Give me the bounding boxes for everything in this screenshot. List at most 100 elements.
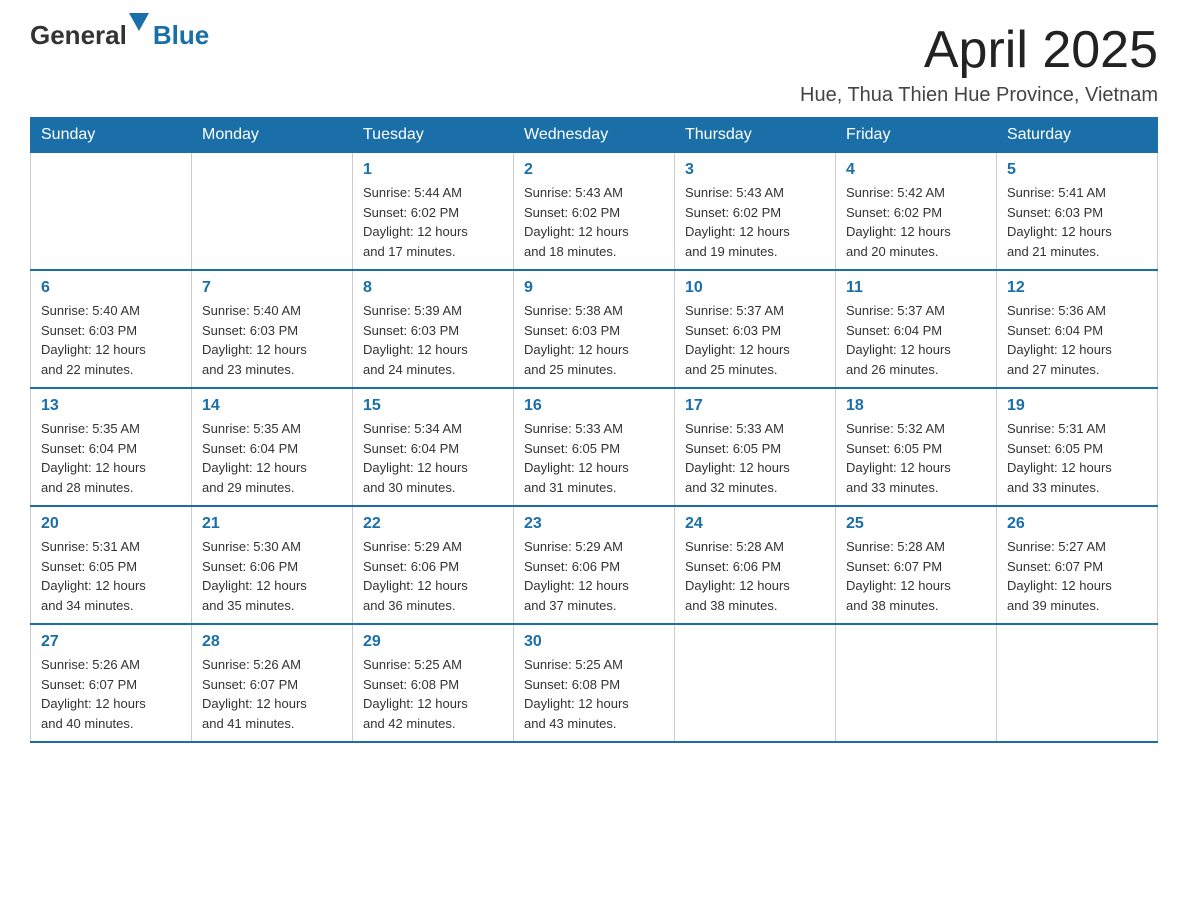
calendar-cell: 30 Sunrise: 5:25 AM Sunset: 6:08 PM Dayli… [514, 624, 675, 742]
day-number: 23 [524, 515, 664, 533]
day-info: Sunrise: 5:38 AM Sunset: 6:03 PM Dayligh… [524, 301, 664, 379]
calendar-cell: 13Sunrise: 5:35 AM Sunset: 6:04 PM Dayli… [31, 388, 192, 506]
calendar-subtitle: Hue, Thua Thien Hue Province, Vietnam [800, 84, 1158, 107]
day-number: 26 [1007, 515, 1147, 533]
day-number: 11 [846, 279, 986, 297]
calendar-cell: 5Sunrise: 5:41 AM Sunset: 6:03 PM Daylig… [997, 153, 1158, 271]
calendar-cell: 9 Sunrise: 5:38 AM Sunset: 6:03 PM Daylig… [514, 270, 675, 388]
day-info: Sunrise: 5:31 AM Sunset: 6:05 PM Dayligh… [41, 537, 181, 615]
day-info: Sunrise: 5:35 AM Sunset: 6:04 PM Dayligh… [202, 419, 342, 497]
day-number: 30 [524, 633, 664, 651]
calendar-cell: 17 Sunrise: 5:33 AM Sunset: 6:05 PM Dayli… [675, 388, 836, 506]
day-number: 25 [846, 515, 986, 533]
day-info: Sunrise: 5:40 AM Sunset: 6:03 PM Dayligh… [202, 301, 342, 379]
calendar-cell: 22 Sunrise: 5:29 AM Sunset: 6:06 PM Dayli… [353, 506, 514, 624]
weekday-header-tuesday: Tuesday [353, 118, 514, 153]
day-info: Sunrise: 5:33 AM Sunset: 6:05 PM Dayligh… [524, 419, 664, 497]
day-info: Sunrise: 5:33 AM Sunset: 6:05 PM Dayligh… [685, 419, 825, 497]
day-info: Sunrise: 5:40 AM Sunset: 6:03 PM Dayligh… [41, 301, 181, 379]
logo: General Blue [30, 20, 209, 51]
weekday-header-sunday: Sunday [31, 118, 192, 153]
day-number: 13 [41, 397, 181, 415]
logo-general: General [30, 20, 149, 51]
calendar-cell: 24 Sunrise: 5:28 AM Sunset: 6:06 PM Dayli… [675, 506, 836, 624]
day-number: 8 [363, 279, 503, 297]
calendar-cell: 15 Sunrise: 5:34 AM Sunset: 6:04 PM Dayli… [353, 388, 514, 506]
calendar-cell: 14 Sunrise: 5:35 AM Sunset: 6:04 PM Dayli… [192, 388, 353, 506]
day-info: Sunrise: 5:29 AM Sunset: 6:06 PM Dayligh… [524, 537, 664, 615]
day-number: 5 [1007, 161, 1147, 179]
day-number: 4 [846, 161, 986, 179]
day-info: Sunrise: 5:34 AM Sunset: 6:04 PM Dayligh… [363, 419, 503, 497]
day-info: Sunrise: 5:43 AM Sunset: 6:02 PM Dayligh… [685, 183, 825, 261]
day-number: 12 [1007, 279, 1147, 297]
day-number: 15 [363, 397, 503, 415]
day-number: 14 [202, 397, 342, 415]
day-number: 10 [685, 279, 825, 297]
calendar-cell: 19 Sunrise: 5:31 AM Sunset: 6:05 PM Dayli… [997, 388, 1158, 506]
day-number: 3 [685, 161, 825, 179]
day-number: 20 [41, 515, 181, 533]
weekday-header-saturday: Saturday [997, 118, 1158, 153]
day-number: 2 [524, 161, 664, 179]
calendar-cell: 26 Sunrise: 5:27 AM Sunset: 6:07 PM Dayli… [997, 506, 1158, 624]
calendar-cell: 7 Sunrise: 5:40 AM Sunset: 6:03 PM Daylig… [192, 270, 353, 388]
day-number: 1 [363, 161, 503, 179]
page-header: General Blue April 2025 Hue, Thua Thien … [30, 20, 1158, 107]
day-info: Sunrise: 5:28 AM Sunset: 6:07 PM Dayligh… [846, 537, 986, 615]
calendar-cell: 2Sunrise: 5:43 AM Sunset: 6:02 PM Daylig… [514, 153, 675, 271]
calendar-cell [31, 153, 192, 271]
day-number: 24 [685, 515, 825, 533]
day-number: 7 [202, 279, 342, 297]
calendar-cell: 16 Sunrise: 5:33 AM Sunset: 6:05 PM Dayli… [514, 388, 675, 506]
calendar-cell [192, 153, 353, 271]
calendar-cell: 21 Sunrise: 5:30 AM Sunset: 6:06 PM Dayli… [192, 506, 353, 624]
logo-blue: Blue [153, 20, 209, 51]
day-number: 28 [202, 633, 342, 651]
calendar-cell [836, 624, 997, 742]
weekday-header-thursday: Thursday [675, 118, 836, 153]
calendar-title: April 2025 [800, 20, 1158, 80]
weekday-header-wednesday: Wednesday [514, 118, 675, 153]
day-info: Sunrise: 5:37 AM Sunset: 6:04 PM Dayligh… [846, 301, 986, 379]
calendar-week-row: 13 Sunrise: 5:35 AM Sunset: 6:04 PM Dayli… [31, 388, 1158, 506]
calendar-cell [997, 624, 1158, 742]
day-info: Sunrise: 5:27 AM Sunset: 6:07 PM Dayligh… [1007, 537, 1147, 615]
day-number: 21 [202, 515, 342, 533]
day-info: Sunrise: 5:36 AM Sunset: 6:04 PM Dayligh… [1007, 301, 1147, 379]
calendar-cell [675, 624, 836, 742]
day-number: 6 [41, 279, 181, 297]
calendar-cell: 20 Sunrise: 5:31 AM Sunset: 6:05 PM Dayli… [31, 506, 192, 624]
title-area: April 2025 Hue, Thua Thien Hue Province,… [800, 20, 1158, 107]
calendar-cell: 28Sunrise: 5:26 AM Sunset: 6:07 PM Dayli… [192, 624, 353, 742]
day-number: 29 [363, 633, 503, 651]
calendar-cell: 1 Sunrise: 5:44 AM Sunset: 6:02 PM Daylig… [353, 153, 514, 271]
weekday-header-friday: Friday [836, 118, 997, 153]
calendar-cell: 29Sunrise: 5:25 AM Sunset: 6:08 PM Dayli… [353, 624, 514, 742]
calendar-cell: 12 Sunrise: 5:36 AM Sunset: 6:04 PM Dayli… [997, 270, 1158, 388]
calendar-cell: 8 Sunrise: 5:39 AM Sunset: 6:03 PM Daylig… [353, 270, 514, 388]
day-number: 18 [846, 397, 986, 415]
day-info: Sunrise: 5:28 AM Sunset: 6:06 PM Dayligh… [685, 537, 825, 615]
calendar-week-row: 6 Sunrise: 5:40 AM Sunset: 6:03 PM Daylig… [31, 270, 1158, 388]
calendar-cell: 25 Sunrise: 5:28 AM Sunset: 6:07 PM Dayli… [836, 506, 997, 624]
day-info: Sunrise: 5:44 AM Sunset: 6:02 PM Dayligh… [363, 183, 503, 261]
day-info: Sunrise: 5:25 AM Sunset: 6:08 PM Dayligh… [524, 655, 664, 733]
day-number: 17 [685, 397, 825, 415]
day-info: Sunrise: 5:31 AM Sunset: 6:05 PM Dayligh… [1007, 419, 1147, 497]
day-info: Sunrise: 5:39 AM Sunset: 6:03 PM Dayligh… [363, 301, 503, 379]
calendar-week-row: 27Sunrise: 5:26 AM Sunset: 6:07 PM Dayli… [31, 624, 1158, 742]
day-number: 19 [1007, 397, 1147, 415]
calendar-week-row: 20 Sunrise: 5:31 AM Sunset: 6:05 PM Dayli… [31, 506, 1158, 624]
day-info: Sunrise: 5:29 AM Sunset: 6:06 PM Dayligh… [363, 537, 503, 615]
day-info: Sunrise: 5:42 AM Sunset: 6:02 PM Dayligh… [846, 183, 986, 261]
calendar-cell: 11 Sunrise: 5:37 AM Sunset: 6:04 PM Dayli… [836, 270, 997, 388]
calendar-header-row: SundayMondayTuesdayWednesdayThursdayFrid… [31, 118, 1158, 153]
day-info: Sunrise: 5:30 AM Sunset: 6:06 PM Dayligh… [202, 537, 342, 615]
day-number: 9 [524, 279, 664, 297]
day-info: Sunrise: 5:37 AM Sunset: 6:03 PM Dayligh… [685, 301, 825, 379]
day-number: 16 [524, 397, 664, 415]
day-number: 22 [363, 515, 503, 533]
calendar-cell: 18Sunrise: 5:32 AM Sunset: 6:05 PM Dayli… [836, 388, 997, 506]
calendar-cell: 10 Sunrise: 5:37 AM Sunset: 6:03 PM Dayli… [675, 270, 836, 388]
